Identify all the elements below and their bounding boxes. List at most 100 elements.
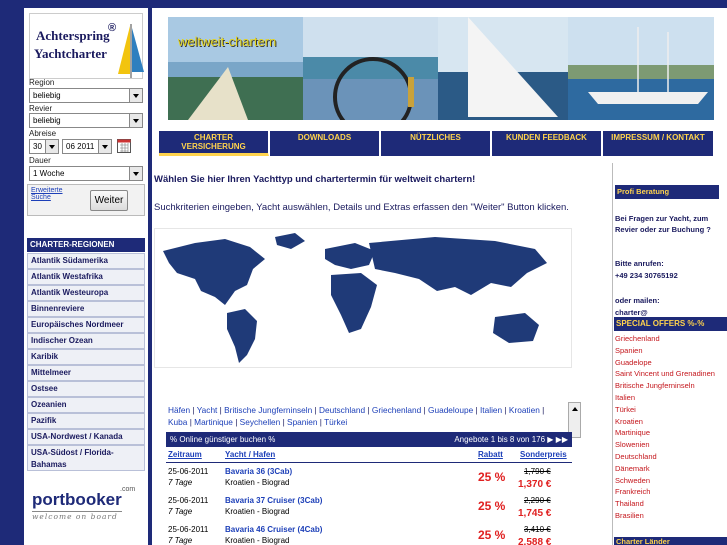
special-offer-link[interactable]: Guadelope bbox=[615, 357, 715, 369]
special-offer-link[interactable]: Saint Vincent und Grenadinen bbox=[615, 368, 715, 380]
dauer-label: Dauer bbox=[29, 156, 51, 165]
table-row[interactable]: 25-06-2011 7 Tage Bavaria 37 Cruiser (3Cab… bbox=[168, 495, 572, 522]
special-offer-link[interactable]: Schweden bbox=[615, 475, 715, 487]
region-item[interactable]: Mittelmeer bbox=[27, 365, 145, 381]
chevron-down-icon bbox=[129, 89, 142, 102]
portbooker-tagline: welcome on board bbox=[32, 512, 118, 521]
offers-table-header: % Online günstiger buchen % Angebote 1 b… bbox=[166, 432, 572, 447]
special-offer-link[interactable]: Italien bbox=[615, 392, 715, 404]
separator: | bbox=[312, 405, 319, 415]
region-item[interactable]: Europäisches Nordmeer bbox=[27, 317, 145, 333]
region-item[interactable]: USA-Nordwest / Kanada bbox=[27, 429, 145, 445]
region-item[interactable]: Pazifik bbox=[27, 413, 145, 429]
special-offer-link[interactable]: Deutschland bbox=[615, 451, 715, 463]
special-offer-link[interactable]: Griechenland bbox=[615, 333, 715, 345]
special-offer-link[interactable]: Brasilien bbox=[615, 510, 715, 522]
calendar-icon[interactable] bbox=[117, 139, 131, 153]
destination-link[interactable]: Kroatien bbox=[509, 405, 540, 415]
special-offer-link[interactable]: Türkei bbox=[615, 404, 715, 416]
region-label: Region bbox=[29, 78, 55, 87]
extended-search-link[interactable]: Erweiterte Suche bbox=[31, 187, 63, 201]
row-yacht[interactable]: Bavaria 36 (3Cab) bbox=[225, 467, 292, 476]
row-yacht[interactable]: Bavaria 37 Cruiser (3Cab) bbox=[225, 496, 322, 505]
regions-list: Atlantik Südamerika Atlantik Westafrika … bbox=[27, 253, 145, 471]
region-item[interactable]: Atlantik Südamerika bbox=[27, 253, 145, 269]
special-offer-link[interactable]: Slowenien bbox=[615, 439, 715, 451]
col-sonderpreis[interactable]: Sonderpreis bbox=[520, 450, 567, 459]
question-text: Bei Fragen zur Yacht, zum Revier oder zu… bbox=[615, 214, 711, 234]
table-row[interactable]: 25-06-2011 7 Tage Bavaria 46 Cruiser (4Cab… bbox=[168, 524, 572, 545]
offers-paging[interactable]: Angebote 1 bis 8 von 176 ▶ ▶▶ bbox=[454, 432, 568, 447]
logo-registered: ® bbox=[108, 22, 117, 34]
search-box: Erweiterte Suche Weiter bbox=[27, 184, 145, 216]
special-offer-link[interactable]: Spanien bbox=[615, 345, 715, 357]
day-select[interactable]: 30 bbox=[29, 139, 59, 154]
special-offer-link[interactable]: Martinique bbox=[615, 427, 715, 439]
destination-link[interactable]: Häfen bbox=[168, 405, 190, 415]
separator: | bbox=[539, 405, 545, 415]
next-page-icon[interactable]: ▶ bbox=[547, 435, 553, 444]
chevron-down-icon bbox=[98, 140, 111, 153]
special-offers-header: SPECIAL OFFERS %-% bbox=[614, 317, 727, 331]
page-subtitle: Suchkriterien eingeben, Yacht auswählen,… bbox=[154, 202, 569, 213]
row-yacht[interactable]: Bavaria 46 Cruiser (4Cab) bbox=[225, 525, 322, 534]
paging-text: Angebote 1 bis 8 von 176 bbox=[454, 435, 546, 444]
region-item[interactable]: Indischer Ozean bbox=[27, 333, 145, 349]
charter-laender-header: Charter Länder bbox=[614, 537, 727, 545]
destination-link[interactable]: Britische Jungferninseln bbox=[224, 405, 312, 415]
revier-label: Revier bbox=[29, 104, 53, 113]
destination-link[interactable]: Italien bbox=[480, 405, 502, 415]
row-days: 7 Tage bbox=[168, 478, 193, 487]
nav-downloads[interactable]: DOWNLOADS bbox=[270, 131, 380, 156]
table-row[interactable]: 25-06-2011 7 Tage Bavaria 36 (3Cab) Kroatie… bbox=[168, 466, 572, 493]
row-old-price: 1,790 € bbox=[524, 467, 551, 476]
world-map[interactable] bbox=[154, 228, 572, 368]
region-item[interactable]: Karibik bbox=[27, 349, 145, 365]
month-select[interactable]: 06 2011 bbox=[62, 139, 112, 154]
region-select[interactable]: beliebig bbox=[29, 88, 143, 103]
destination-link[interactable]: Seychellen bbox=[240, 417, 281, 427]
nav-kunden-feedback[interactable]: KUNDEN FEEDBACK bbox=[492, 131, 602, 156]
region-item[interactable]: Ozeanien bbox=[27, 397, 145, 413]
special-offer-link[interactable]: Dänemark bbox=[615, 463, 715, 475]
destination-link[interactable]: Deutschland bbox=[319, 405, 365, 415]
nav-impressum-kontakt[interactable]: IMPRESSUM / KONTAKT bbox=[603, 131, 714, 156]
region-item[interactable]: Ostsee bbox=[27, 381, 145, 397]
destination-link[interactable]: Spanien bbox=[287, 417, 317, 427]
special-offer-link[interactable]: Frankreich bbox=[615, 486, 715, 498]
destination-link[interactable]: Türkei bbox=[324, 417, 347, 427]
destination-link[interactable]: Guadeloupe bbox=[428, 405, 473, 415]
day-value: 30 bbox=[33, 142, 42, 151]
last-page-icon[interactable]: ▶▶ bbox=[556, 435, 568, 444]
site-logo[interactable]: Achterspring ® Yachtcharter bbox=[29, 13, 144, 79]
region-item[interactable]: Atlantik Westafrika bbox=[27, 269, 145, 285]
row-rabatt: 25 % bbox=[478, 528, 506, 542]
region-item[interactable]: Atlantik Westeuropa bbox=[27, 285, 145, 301]
dauer-select[interactable]: 1 Woche bbox=[29, 166, 143, 181]
special-offer-link[interactable]: Thailand bbox=[615, 498, 715, 510]
destination-link[interactable]: Kuba bbox=[168, 417, 187, 427]
destination-link[interactable]: Griechenland bbox=[372, 405, 421, 415]
region-item[interactable]: USA-Südost / Florida-Bahamas bbox=[27, 445, 145, 471]
special-offer-link[interactable]: Britische Jungferninseln bbox=[615, 380, 715, 392]
destination-link[interactable]: Yacht bbox=[197, 405, 218, 415]
table-divider bbox=[166, 462, 572, 463]
extended-search-line2: Suche bbox=[31, 194, 51, 201]
row-days: 7 Tage bbox=[168, 507, 193, 516]
weiter-button[interactable]: Weiter bbox=[90, 190, 128, 211]
col-rabatt[interactable]: Rabatt bbox=[478, 450, 503, 459]
nav-charter-versicherung[interactable]: CHARTER VERSICHERUNG bbox=[159, 131, 269, 156]
col-zeitraum[interactable]: Zeitraum bbox=[168, 450, 202, 459]
region-item[interactable]: Binnenreviere bbox=[27, 301, 145, 317]
header-banner: weltweit-chartern bbox=[168, 17, 714, 120]
chevron-down-icon bbox=[129, 167, 142, 180]
col-yacht[interactable]: Yacht / Hafen bbox=[225, 450, 275, 459]
revier-select[interactable]: beliebig bbox=[29, 113, 143, 128]
header-overlay-text: weltweit-chartern bbox=[178, 34, 277, 49]
special-offer-link[interactable]: Kroatien bbox=[615, 416, 715, 428]
portbooker-name: portbooker bbox=[32, 490, 122, 512]
destination-link[interactable]: Martinique bbox=[194, 417, 233, 427]
portbooker-logo[interactable]: .com portbooker welcome on board bbox=[32, 486, 135, 521]
nav-nuetzliches[interactable]: NÜTZLICHES bbox=[381, 131, 491, 156]
chevron-down-icon bbox=[45, 140, 58, 153]
